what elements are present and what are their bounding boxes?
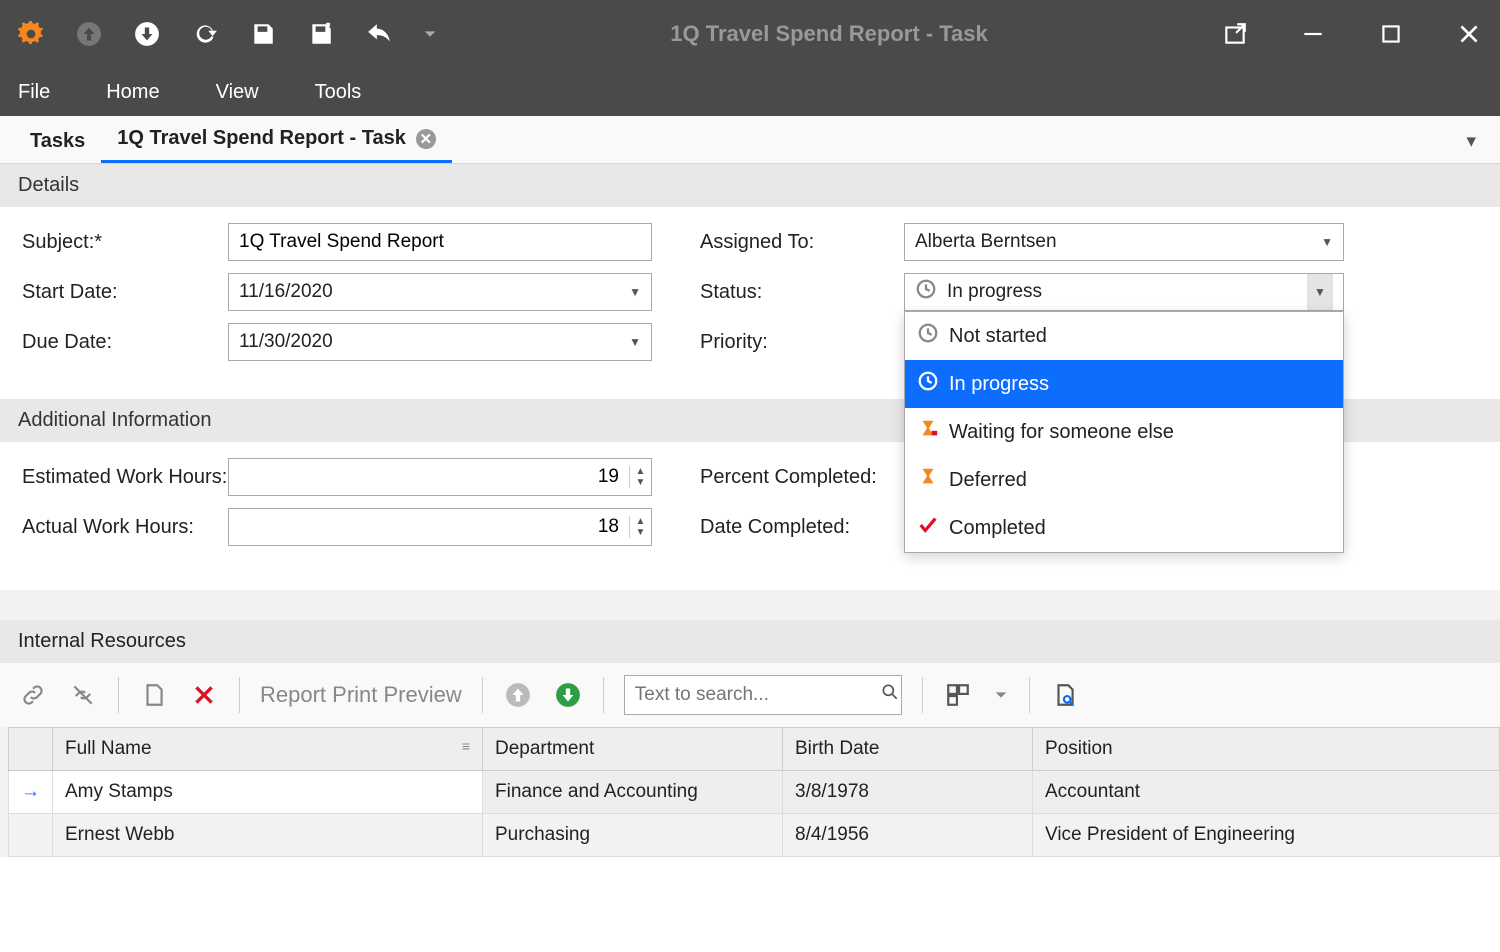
act-hours-input[interactable]: ▲▼ bbox=[228, 508, 652, 546]
resources-grid: Full Name≡ Department Birth Date Positio… bbox=[8, 727, 1500, 857]
move-up-icon[interactable] bbox=[503, 680, 533, 710]
label-start-date: Start Date: bbox=[22, 281, 228, 304]
layout-dropdown-icon[interactable] bbox=[993, 680, 1009, 710]
hourglass-flag-icon bbox=[917, 418, 939, 446]
tab-close-icon[interactable]: ✕ bbox=[416, 129, 436, 149]
clock-icon bbox=[917, 322, 939, 350]
menu-file[interactable]: File bbox=[18, 81, 50, 104]
minimize-icon[interactable] bbox=[1298, 19, 1328, 49]
refresh-icon[interactable] bbox=[190, 19, 220, 49]
row-indicator-icon: → bbox=[9, 771, 53, 814]
section-resources-header: Internal Resources bbox=[0, 620, 1500, 663]
due-date-input[interactable]: 11/30/2020 ▼ bbox=[228, 323, 652, 361]
section-details-header: Details bbox=[0, 164, 1500, 207]
chevron-down-icon: ▼ bbox=[1307, 274, 1333, 310]
spin-up-icon[interactable]: ▲ bbox=[630, 466, 651, 477]
undo-dropdown-icon[interactable] bbox=[422, 19, 438, 49]
label-date-complete: Date Completed: bbox=[700, 516, 904, 539]
spin-up-icon[interactable]: ▲ bbox=[630, 516, 651, 527]
move-down-icon[interactable] bbox=[553, 680, 583, 710]
label-pct-complete: Percent Completed: bbox=[700, 466, 904, 489]
window-title: 1Q Travel Spend Report - Task bbox=[438, 21, 1220, 47]
details-form: Subject:* Assigned To: Alberta Berntsen … bbox=[0, 207, 1500, 399]
upload-icon[interactable] bbox=[74, 19, 104, 49]
col-full-name[interactable]: Full Name≡ bbox=[53, 728, 483, 771]
subject-input[interactable] bbox=[228, 223, 652, 261]
tabs-row: Tasks 1Q Travel Spend Report - Task ✕ ▾ bbox=[0, 116, 1500, 164]
resources-search[interactable] bbox=[624, 675, 902, 715]
menubar: File Home View Tools bbox=[0, 68, 1500, 116]
chevron-down-icon: ▼ bbox=[629, 285, 641, 299]
est-hours-input[interactable]: ▲▼ bbox=[228, 458, 652, 496]
menu-home[interactable]: Home bbox=[106, 81, 159, 104]
maximize-icon[interactable] bbox=[1376, 19, 1406, 49]
label-status: Status: bbox=[700, 281, 904, 304]
status-option-deferred[interactable]: Deferred bbox=[905, 456, 1343, 504]
table-row[interactable]: → Amy Stamps Finance and Accounting 3/8/… bbox=[9, 771, 1500, 814]
chevron-down-icon: ▼ bbox=[1321, 235, 1333, 249]
col-birth-date[interactable]: Birth Date bbox=[783, 728, 1033, 771]
status-dropdown: Not started In progress Waiting for some… bbox=[904, 311, 1344, 553]
save-icon[interactable] bbox=[248, 19, 278, 49]
assigned-to-combo[interactable]: Alberta Berntsen ▼ bbox=[904, 223, 1344, 261]
close-icon[interactable] bbox=[1454, 19, 1484, 49]
label-due-date: Due Date: bbox=[22, 331, 228, 354]
status-option-not-started[interactable]: Not started bbox=[905, 312, 1343, 360]
spin-down-icon[interactable]: ▼ bbox=[630, 527, 651, 538]
report-print-preview-button[interactable]: Report Print Preview bbox=[260, 682, 462, 708]
titlebar: 1Q Travel Spend Report - Task bbox=[0, 0, 1500, 68]
preview-doc-icon[interactable] bbox=[1050, 680, 1080, 710]
clock-icon bbox=[915, 278, 937, 306]
link-icon[interactable] bbox=[18, 680, 48, 710]
status-option-completed[interactable]: Completed bbox=[905, 504, 1343, 552]
menu-tools[interactable]: Tools bbox=[315, 81, 362, 104]
table-row[interactable]: Ernest Webb Purchasing 8/4/1956 Vice Pre… bbox=[9, 814, 1500, 857]
grid-selector-header[interactable] bbox=[9, 728, 53, 771]
resources-search-input[interactable] bbox=[635, 684, 880, 706]
label-assigned-to: Assigned To: bbox=[700, 231, 904, 254]
tab-active-task[interactable]: 1Q Travel Spend Report - Task ✕ bbox=[101, 117, 452, 163]
resources-panel: Internal Resources Report Print Preview … bbox=[0, 590, 1500, 857]
label-priority: Priority: bbox=[700, 331, 904, 354]
label-est-hours: Estimated Work Hours: bbox=[22, 466, 228, 489]
label-act-hours: Actual Work Hours: bbox=[22, 516, 228, 539]
popout-icon[interactable] bbox=[1220, 19, 1250, 49]
spin-down-icon[interactable]: ▼ bbox=[630, 477, 651, 488]
chevron-down-icon: ▼ bbox=[629, 335, 641, 349]
new-doc-icon[interactable] bbox=[139, 680, 169, 710]
start-date-input[interactable]: 11/16/2020 ▼ bbox=[228, 273, 652, 311]
search-icon[interactable] bbox=[880, 682, 900, 708]
unlink-icon[interactable] bbox=[68, 680, 98, 710]
app-gear-icon[interactable] bbox=[16, 19, 46, 49]
menu-view[interactable]: View bbox=[216, 81, 259, 104]
check-icon bbox=[917, 514, 939, 542]
save-close-icon[interactable] bbox=[306, 19, 336, 49]
sort-icon: ≡ bbox=[462, 738, 470, 754]
col-department[interactable]: Department bbox=[483, 728, 783, 771]
label-subject: Subject:* bbox=[22, 231, 228, 254]
status-option-waiting[interactable]: Waiting for someone else bbox=[905, 408, 1343, 456]
layout-icon[interactable] bbox=[943, 680, 973, 710]
hourglass-icon bbox=[917, 466, 939, 494]
undo-icon[interactable] bbox=[364, 19, 394, 49]
tab-tasks[interactable]: Tasks bbox=[14, 120, 101, 163]
col-position[interactable]: Position bbox=[1033, 728, 1500, 771]
resources-toolbar: Report Print Preview bbox=[0, 663, 1500, 727]
status-combo[interactable]: In progress ▼ bbox=[904, 273, 1344, 311]
status-option-in-progress[interactable]: In progress bbox=[905, 360, 1343, 408]
delete-icon[interactable] bbox=[189, 680, 219, 710]
tabs-overflow-icon[interactable]: ▾ bbox=[1456, 120, 1486, 163]
download-icon[interactable] bbox=[132, 19, 162, 49]
clock-icon bbox=[917, 370, 939, 398]
